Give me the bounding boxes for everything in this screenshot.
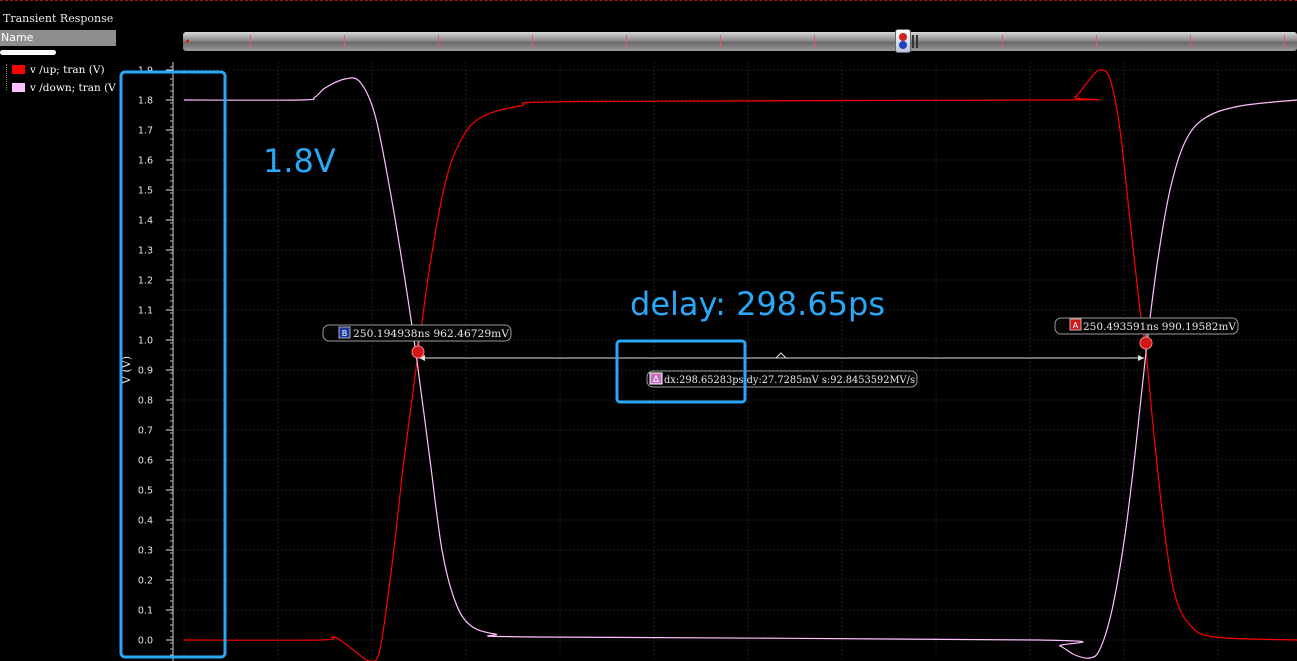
series-layer [183, 69, 1297, 661]
series-up-line [183, 69, 1297, 661]
delta-measure-caret [775, 352, 787, 359]
marker-a-badge-letter: A [1073, 321, 1079, 330]
y-tick-label: 1.8 [138, 96, 153, 107]
y-tick-label: 1.2 [138, 276, 153, 287]
y-tick-label: 1.7 [138, 126, 153, 137]
cursor-layer: B 250.194938ns 962.46729mV A 250.493591n… [322, 317, 1239, 388]
y-tick-label: 1.4 [138, 216, 153, 227]
y-tick-label: 0.8 [138, 396, 153, 407]
y-tick-label: 0.9 [138, 366, 153, 377]
series-down-line [183, 77, 1297, 659]
voltage-annotation: 1.8V [263, 142, 336, 180]
y-tick-label: 1.3 [138, 246, 153, 257]
marker-b-badge-letter: B [342, 329, 348, 338]
y-tick-label: 0.5 [138, 486, 153, 497]
y-tick-label: 0.0 [138, 636, 153, 647]
y-tick-label: 0.4 [138, 516, 153, 527]
y-tick-label: 1.5 [138, 186, 153, 197]
y-axis: 0.0 0.1 0.2 0.3 0.4 0.5 0.6 0.7 0.8 0.9 1.0 1.1 1.2 1… [138, 62, 174, 661]
marker-a-point [1139, 336, 1153, 350]
y-tick-label: 1.1 [138, 306, 153, 317]
y-tick-label: 0.3 [138, 546, 153, 557]
y-tick-label: 0.1 [138, 606, 153, 617]
waveform-plot[interactable]: 0.0 0.1 0.2 0.3 0.4 0.5 0.6 0.7 0.8 0.9 1.0 1.1 1.2 1… [0, 0, 1297, 661]
delay-annotation: delay: 298.65ps [630, 285, 886, 323]
y-tick-label: 0.6 [138, 456, 153, 467]
marker-b-point [411, 345, 425, 359]
plot-grid [173, 62, 1297, 661]
delta-badge-letter: Δ [653, 375, 660, 385]
delta-label: dx:298.65283ps dy:27.7285mV s:92.8453592… [664, 375, 915, 386]
y-tick-label: 1.0 [138, 336, 153, 347]
marker-b-label: 250.194938ns 962.46729mV [353, 329, 510, 340]
marker-a-label: 250.493591ns 990.19582mV [1083, 322, 1237, 333]
y-tick-label: 1.6 [138, 156, 153, 167]
delta-measure-arrow-right [1138, 355, 1144, 361]
y-tick-label: 0.7 [138, 426, 153, 437]
y-tick-label: 0.2 [138, 576, 153, 587]
